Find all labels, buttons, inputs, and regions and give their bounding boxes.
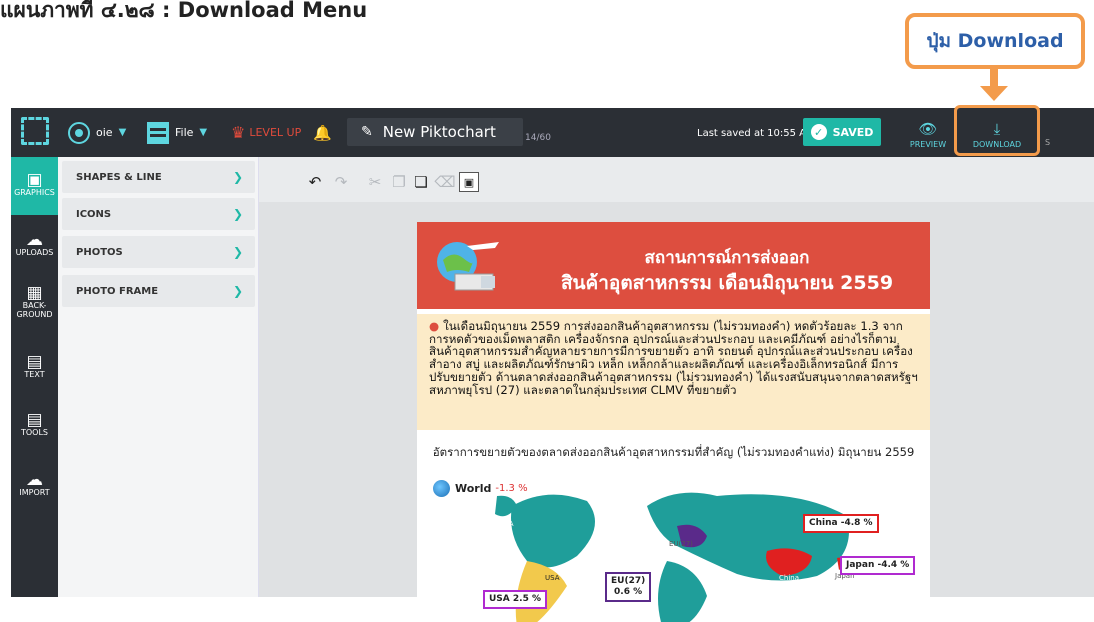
cloud-upload-icon: ☁ xyxy=(26,229,43,250)
preview-button[interactable]: 👁 PREVIEW xyxy=(909,114,947,154)
user-name: oie xyxy=(96,126,113,139)
panel-item-photos[interactable]: PHOTOS ❯ xyxy=(62,236,255,268)
world-growth-label: World -1.3 % xyxy=(433,480,528,497)
saved-button[interactable]: ✓ SAVED xyxy=(803,118,881,146)
callout-text: ปุ่ม Download xyxy=(926,30,1064,52)
poster-body-text: ในเดือนมิถุนายน 2559 การส่งออกสินค้าอุตส… xyxy=(429,319,918,397)
cloud-import-icon: ☁ xyxy=(26,469,43,490)
map-label-china: China xyxy=(779,574,799,582)
avatar-icon xyxy=(68,121,90,144)
document-caption: แผนภาพที่ ๔.๒๘ : Download Menu xyxy=(0,0,368,22)
panel-item-shapes-line[interactable]: SHAPES & LINE ❯ xyxy=(62,161,255,193)
rail-item-background[interactable]: ▦ BACK- GROUND xyxy=(11,275,58,333)
infographic-poster[interactable]: สถานการณ์การส่งออก สินค้าอุตสาหกรรม เดือ… xyxy=(417,222,930,622)
map-label-eu: EU(27) xyxy=(669,540,693,548)
bell-icon[interactable]: 🔔 xyxy=(313,124,332,142)
cut-icon[interactable]: ✂ xyxy=(365,172,385,192)
panel-item-label: SHAPES & LINE xyxy=(76,171,162,183)
edit-toolbar: ↶ ↷ ✂ ❐ ❏ ⌫ ▣ xyxy=(259,157,1094,202)
globe-transport-icon xyxy=(437,242,499,291)
rail-item-text[interactable]: ▤ TEXT xyxy=(11,339,58,397)
rail-label: TOOLS xyxy=(20,427,48,437)
align-icon[interactable]: ▣ xyxy=(459,172,479,192)
file-label: File xyxy=(175,126,194,139)
download-icon: ⤓ xyxy=(993,119,1001,138)
logo-icon[interactable] xyxy=(21,117,49,145)
canvas-area: สถานการณ์การส่งออก สินค้าอุตสาหกรรม เดือ… xyxy=(259,202,1094,622)
rail-item-graphics[interactable]: ▣ GRAPHICS xyxy=(11,157,58,215)
chevron-right-icon: ❯ xyxy=(232,245,243,259)
callout-arrow-icon xyxy=(980,86,1008,101)
rail-label: TEXT xyxy=(24,369,45,379)
level-up-button[interactable]: ♛ LEVEL UP 🔔 xyxy=(231,108,332,157)
document-title-text: New Piktochart xyxy=(382,123,496,141)
download-callout: ปุ่ม Download xyxy=(905,13,1085,69)
left-rail: ▣ GRAPHICS ☁ UPLOADS ▦ BACK- GROUND ▤ TE… xyxy=(11,157,58,597)
usa-tag-text: USA 2.5 % xyxy=(489,594,541,604)
tools-icon: ▤ xyxy=(26,409,43,430)
japan-tag-text: Japan -4.4 % xyxy=(846,560,910,570)
poster-header: สถานการณ์การส่งออก สินค้าอุตสาหกรรม เดือ… xyxy=(417,222,930,309)
pencil-icon: ✎ xyxy=(361,124,373,140)
panel-item-icons[interactable]: ICONS ❯ xyxy=(62,198,255,230)
level-up-label: LEVEL UP xyxy=(249,126,302,139)
text-icon: ▤ xyxy=(26,351,43,372)
usa-tag: USA 2.5 % xyxy=(483,590,547,609)
map-title: อัตราการขยายตัวของตลาดส่งออกสินค้าอุตสาห… xyxy=(432,445,915,459)
japan-tag: Japan -4.4 % xyxy=(840,556,916,575)
saved-label: SAVED xyxy=(832,125,874,139)
map-label-usa-2: USA xyxy=(545,574,560,582)
rail-item-uploads[interactable]: ☁ UPLOADS xyxy=(11,217,58,275)
panel-item-photo-frame[interactable]: PHOTO FRAME ❯ xyxy=(62,275,255,307)
copy-icon[interactable]: ❐ xyxy=(389,172,409,192)
file-menu[interactable]: File ▼ xyxy=(147,108,207,157)
panel-item-label: PHOTO FRAME xyxy=(76,285,159,297)
chevron-right-icon: ❯ xyxy=(232,170,243,184)
rail-label: IMPORT xyxy=(19,487,50,497)
file-icon xyxy=(147,121,169,144)
china-tag-text: China -4.8 % xyxy=(809,518,873,528)
rail-label: GRAPHICS xyxy=(14,187,55,197)
eu-tag: EU(27) 0.6 % xyxy=(605,572,652,602)
map-label-usa: USA xyxy=(499,520,514,528)
china-tag: China -4.8 % xyxy=(803,514,879,533)
rail-label: UPLOADS xyxy=(15,247,54,257)
download-button[interactable]: ⤓ DOWNLOAD xyxy=(961,114,1033,154)
world-growth-value: -1.3 % xyxy=(495,483,528,494)
poster-summary: ● ในเดือนมิถุนายน 2559 การส่งออกสินค้าอุต… xyxy=(417,314,930,430)
world-label-text: World xyxy=(455,482,492,495)
undo-icon[interactable]: ↶ xyxy=(305,172,325,192)
rail-item-import[interactable]: ☁ IMPORT xyxy=(11,457,58,515)
chevron-down-icon: ▼ xyxy=(199,127,208,138)
redo-icon[interactable]: ↷ xyxy=(331,172,351,192)
background-icon: ▦ xyxy=(26,283,43,303)
eu-tag-text: EU(27) 0.6 % xyxy=(611,576,646,597)
chevron-right-icon: ❯ xyxy=(232,207,243,221)
poster-title-line1: สถานการณ์การส่งออก xyxy=(644,248,810,268)
rail-item-tools[interactable]: ▤ TOOLS xyxy=(11,397,58,455)
preview-label: PREVIEW xyxy=(909,139,947,149)
download-label: DOWNLOAD xyxy=(972,139,1022,149)
globe-icon xyxy=(433,480,450,497)
chevron-right-icon: ❯ xyxy=(232,284,243,298)
character-counter: 14/60 xyxy=(525,133,551,143)
check-icon: ✓ xyxy=(810,124,827,140)
delete-icon[interactable]: ⌫ xyxy=(434,172,455,192)
top-bar: oie ▼ File ▼ ♛ LEVEL UP 🔔 ✎ New Piktocha… xyxy=(11,105,1094,157)
panel-item-label: PHOTOS xyxy=(76,246,123,258)
poster-title-line2: สินค้าอุตสาหกรรม เดือนมิถุนายน 2559 xyxy=(560,272,894,294)
share-button-clipped[interactable]: S xyxy=(1045,138,1050,147)
rail-label: BACK- GROUND xyxy=(16,301,53,319)
document-title[interactable]: ✎ New Piktochart xyxy=(347,118,523,146)
image-icon: ▣ xyxy=(26,169,43,190)
crown-icon: ♛ xyxy=(231,123,246,142)
last-saved-status: Last saved at 10:55 AM xyxy=(697,128,815,139)
piktochart-editor: oie ▼ File ▼ ♛ LEVEL UP 🔔 ✎ New Piktocha… xyxy=(11,105,1094,622)
paste-icon[interactable]: ❏ xyxy=(411,172,431,192)
user-menu[interactable]: oie ▼ xyxy=(68,108,126,157)
eye-icon: 👁 xyxy=(918,119,938,138)
chevron-down-icon: ▼ xyxy=(118,127,127,138)
graphics-panel: SHAPES & LINE ❯ ICONS ❯ PHOTOS ❯ PHOTO FRAM… xyxy=(58,157,259,597)
panel-item-label: ICONS xyxy=(76,208,112,220)
